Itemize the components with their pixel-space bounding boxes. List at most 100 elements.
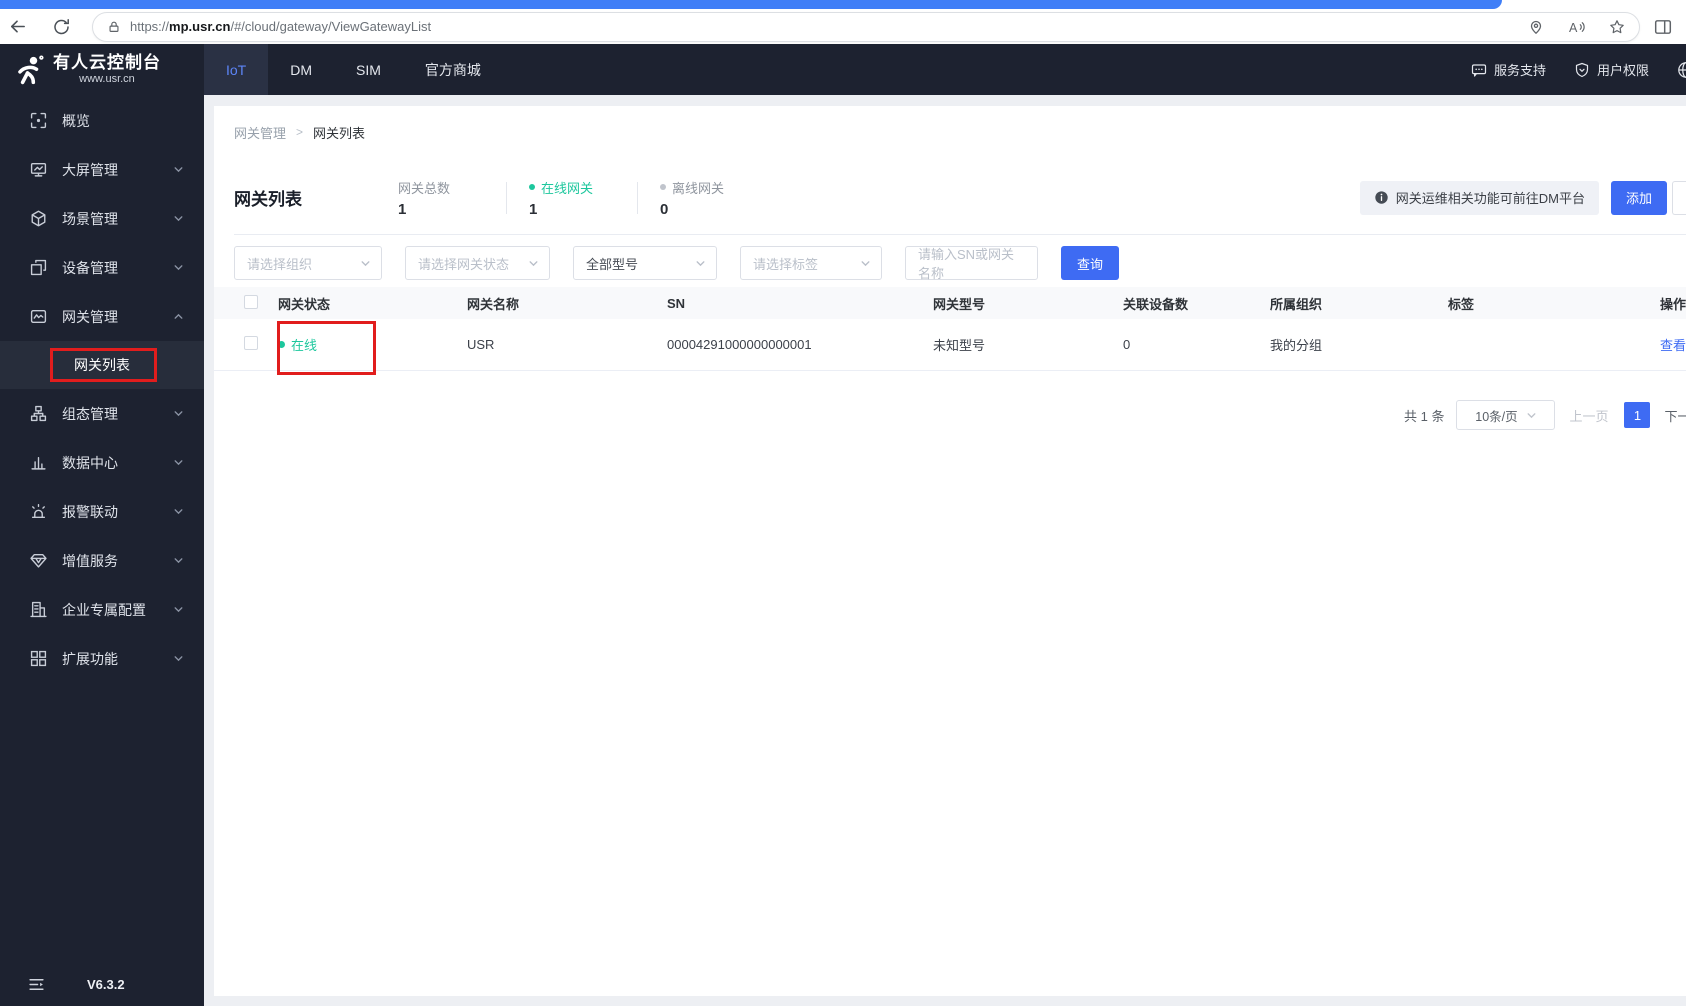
collapse-sidebar-icon[interactable] [28,976,45,993]
stat-online-value: 1 [529,200,538,218]
split-screen-icon [1654,18,1672,36]
sidebar-item-label: 网关管理 [62,308,118,325]
tag-select[interactable]: 请选择标签 [740,246,882,280]
app-subtitle: www.usr.cn [79,73,135,85]
location-pin-icon[interactable] [1528,19,1544,35]
col-header-tag: 标签 [1448,296,1475,312]
chevron-down-icon [360,258,371,269]
tab-sim[interactable]: SIM [334,44,403,95]
tab-dm[interactable]: DM [268,44,334,95]
chevron-up-icon [173,311,184,322]
row-checkbox[interactable] [244,336,258,350]
device-squares-icon [30,259,47,276]
user-permission-label: 用户权限 [1596,63,1649,78]
tab-official-store[interactable]: 官方商城 [403,44,503,95]
url-path: /#/cloud/gateway/ViewGatewayList [230,19,432,34]
sidebar-item-device-mgmt[interactable]: 设备管理 [0,243,204,292]
service-support-label: 服务支持 [1493,63,1546,78]
page-1-button[interactable]: 1 [1624,402,1651,428]
refresh-button[interactable] [44,12,78,42]
next-page-button[interactable]: 下一页 [1664,406,1686,425]
prev-page-button[interactable]: 上一页 [1569,406,1608,425]
sidebar-item-screen-mgmt[interactable]: 大屏管理 [0,145,204,194]
sidebar-item-data-center[interactable]: 数据中心 [0,438,204,487]
version-label: V6.3.2 [87,976,125,992]
sidebar-item-label: 设备管理 [62,259,118,276]
add-gateway-button[interactable]: 添加 [1611,180,1667,215]
breadcrumb-section[interactable]: 网关管理 [234,123,286,142]
offline-dot-icon [660,184,666,190]
chat-icon [1471,62,1487,78]
org-select[interactable]: 请选择组织 [234,246,382,280]
col-header-action: 操作 [1660,296,1686,312]
stat-divider [506,181,507,214]
gateway-icon [30,308,47,325]
sidebar: 概览 大屏管理 场景管理 设备管理 网关管理 网关列表 组态管理 数据中心 报警… [0,95,204,1006]
chevron-down-icon [860,258,871,269]
usr-runner-logo-icon [14,54,44,85]
org-chart-icon [30,405,47,422]
shield-icon [1574,62,1590,78]
status-online-badge: 在线 [278,335,317,354]
row-sn-cell: 00004291000000000001 [667,337,812,352]
col-header-model: 网关型号 [933,296,986,312]
sidebar-item-label: 大屏管理 [62,161,118,178]
breadcrumb-separator-icon: > [296,125,304,139]
stat-online-text: 在线网关 [541,180,594,196]
tab-iot[interactable]: IoT [204,44,269,95]
row-org-cell: 我的分组 [1270,338,1323,353]
gateway-status-select[interactable]: 请选择网关状态 [405,246,550,280]
stat-total-label: 网关总数 [398,180,451,196]
breadcrumb-current: 网关列表 [313,125,366,141]
sidebar-item-scene-mgmt[interactable]: 场景管理 [0,194,204,243]
sidebar-item-extensions[interactable]: 扩展功能 [0,634,204,683]
building-icon [30,601,47,618]
chevron-down-icon [173,457,184,468]
address-bar[interactable]: https://mp.usr.cn/#/cloud/gateway/ViewGa… [92,11,1640,42]
sidebar-item-gateway-mgmt[interactable]: 网关管理 [0,292,204,341]
alarm-siren-icon [30,503,47,520]
row-name-cell: USR [467,337,495,352]
row-action-cell: 查看 [1660,335,1686,354]
sidebar-item-overview[interactable]: 概览 [0,96,204,145]
user-permission[interactable]: 用户权限 [1574,60,1649,79]
sidebar-item-value-added-services[interactable]: 增值服务 [0,536,204,585]
chevron-down-icon [173,262,184,273]
model-select[interactable]: 全部型号 [573,246,717,280]
sn-search-input[interactable]: 请输入SN或网关名称 [905,246,1038,281]
dm-notice-banner: 网关运维相关功能可前往DM平台 [1359,180,1599,215]
status-select-placeholder: 请选择网关状态 [418,256,510,272]
chevron-down-icon [528,258,539,269]
chevron-down-icon [173,408,184,419]
row-model-cell: 未知型号 [933,338,986,353]
language-switch[interactable] [1677,61,1686,79]
select-all-checkbox[interactable] [244,294,258,309]
grid-squares-icon [30,650,47,667]
pagination: 共 1 条 10条/页 上一页 1 下一页 [1404,400,1686,430]
page-size-select[interactable]: 10条/页 [1456,400,1556,430]
chevron-down-icon [173,506,184,517]
view-link[interactable]: 查看 [1660,338,1686,353]
browser-tab-strip [0,0,1502,9]
sidebar-subitem-gateway-list[interactable]: 网关列表 [0,341,204,389]
col-header-sn: SN [667,295,686,311]
content-card: 网关管理 > 网关列表 网关列表 网关总数 1 在线网关 1 离线网关 0 网关… [214,106,1686,996]
platform-tabs: IoT DM SIM 官方商城 [204,44,503,95]
col-header-devices: 关联设备数 [1123,296,1189,312]
gem-icon [30,552,47,569]
sidebar-subitem-label: 网关列表 [74,357,130,373]
read-aloud-icon[interactable]: A [1568,19,1585,35]
breadcrumb: 网关管理 > 网关列表 [234,123,1686,142]
sidebar-item-alarm-linkage[interactable]: 报警联动 [0,487,204,536]
partial-cutoff-button[interactable] [1672,180,1686,215]
title-actions: 网关运维相关功能可前往DM平台 添加 [1359,180,1686,215]
search-button[interactable]: 查询 [1061,246,1119,280]
chevron-down-icon [173,213,184,224]
sidebar-item-enterprise-config[interactable]: 企业专属配置 [0,585,204,634]
service-support[interactable]: 服务支持 [1471,60,1546,79]
sidebar-item-configuration-mgmt[interactable]: 组态管理 [0,389,204,438]
back-button[interactable] [0,12,34,42]
row-checkbox-cell [214,336,278,353]
favorite-star-icon[interactable] [1609,19,1625,35]
split-screen-button[interactable] [1654,18,1672,36]
